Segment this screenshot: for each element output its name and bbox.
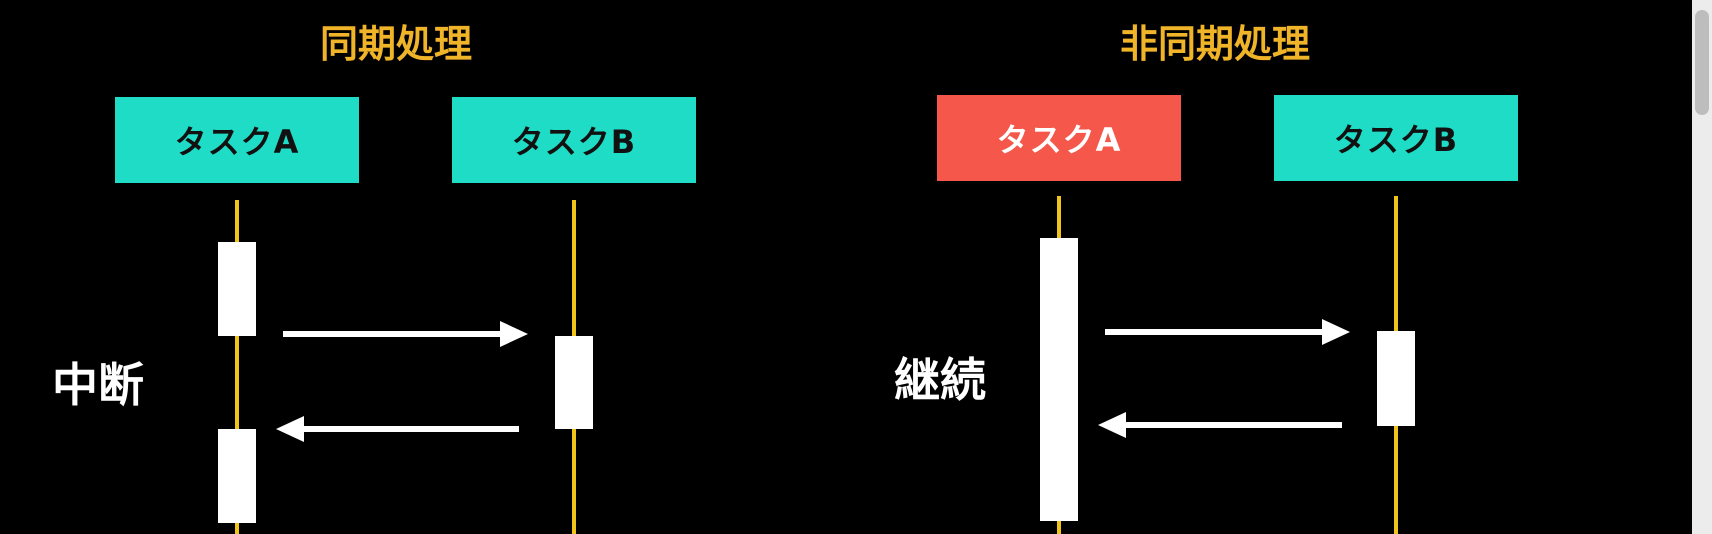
- sync-call-arrow: [283, 321, 528, 347]
- vertical-scrollbar[interactable]: [1692, 0, 1712, 534]
- async-task-b-activation: [1377, 331, 1415, 426]
- sync-task-a-activation-2: [218, 429, 256, 523]
- async-return-arrow: [1098, 412, 1342, 438]
- sequence-lines: [218, 196, 1415, 534]
- async-call-arrow: [1105, 319, 1350, 345]
- sync-task-b-activation: [555, 336, 593, 429]
- sync-task-a-activation-1: [218, 242, 256, 336]
- async-task-a-activation: [1040, 238, 1078, 521]
- diagram-canvas: 同期処理 タスクA タスクB 中断 非同期処理 タスクA タスクB 継続: [0, 0, 1712, 534]
- scrollbar-thumb[interactable]: [1695, 10, 1709, 115]
- sync-return-arrow: [276, 416, 519, 442]
